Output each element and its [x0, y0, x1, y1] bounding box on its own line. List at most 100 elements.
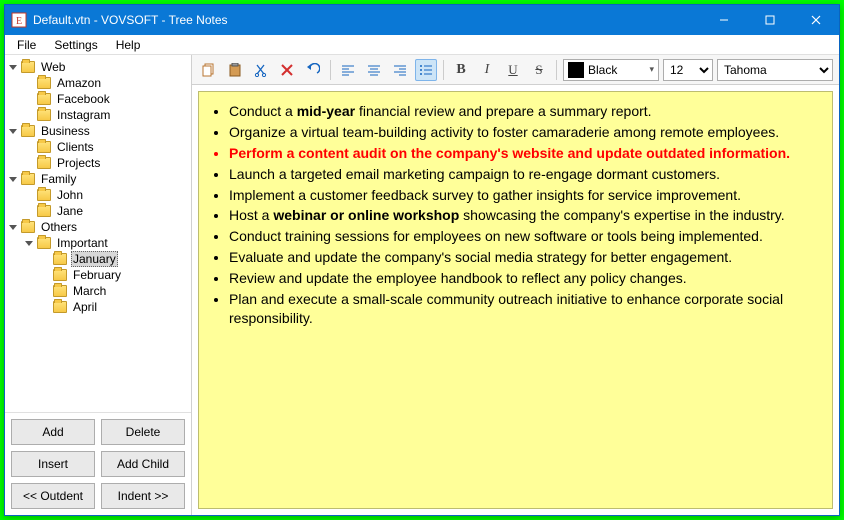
tree-node[interactable]: Projects: [7, 155, 189, 171]
tree-node[interactable]: Family: [7, 171, 189, 187]
maximize-button[interactable]: [747, 5, 793, 35]
italic-button[interactable]: I: [476, 59, 498, 81]
tree-node[interactable]: Business: [7, 123, 189, 139]
folder-icon: [53, 253, 67, 265]
folder-icon: [21, 173, 35, 185]
tree-node[interactable]: Amazon: [7, 75, 189, 91]
folder-icon: [37, 109, 51, 121]
tree-node[interactable]: Jane: [7, 203, 189, 219]
tree-node-label: Jane: [55, 204, 85, 218]
menubar: File Settings Help: [5, 35, 839, 55]
tree-node[interactable]: Facebook: [7, 91, 189, 107]
toolbar-separator: [556, 60, 557, 80]
sidebar: WebAmazon Facebook InstagramBusinessClient…: [5, 55, 192, 515]
tree-node-label: Projects: [55, 156, 102, 170]
folder-icon: [53, 301, 67, 313]
add-child-button[interactable]: Add Child: [101, 451, 185, 477]
font-color-label: Black: [588, 63, 617, 77]
tree-node-label: Facebook: [55, 92, 112, 106]
note-bullet[interactable]: Conduct training sessions for employees …: [229, 227, 818, 246]
tree-spacer: [39, 301, 51, 313]
note-bullet[interactable]: Organize a virtual team-building activit…: [229, 123, 818, 142]
editor-toolbar: B I U S Black▾ 12 Tahoma: [192, 55, 839, 85]
chevron-down-icon[interactable]: [7, 173, 19, 185]
outdent-button[interactable]: << Outdent: [11, 483, 95, 509]
tree-spacer: [23, 157, 35, 169]
align-center-button[interactable]: [363, 59, 385, 81]
indent-button[interactable]: Indent >>: [101, 483, 185, 509]
delete-text-button[interactable]: [276, 59, 298, 81]
app-icon: E: [11, 12, 27, 28]
tree-view[interactable]: WebAmazon Facebook InstagramBusinessClient…: [5, 55, 191, 412]
tree-node[interactable]: April: [7, 299, 189, 315]
tree-node[interactable]: Web: [7, 59, 189, 75]
chevron-down-icon[interactable]: [23, 237, 35, 249]
folder-icon: [37, 93, 51, 105]
note-bullet[interactable]: Evaluate and update the company's social…: [229, 248, 818, 267]
font-family-select[interactable]: Tahoma: [717, 59, 833, 81]
app-window: E Default.vtn - VOVSOFT - Tree Notes Fil…: [4, 4, 840, 516]
toolbar-separator: [330, 60, 331, 80]
tree-node-label: Amazon: [55, 76, 103, 90]
tree-node-label: Instagram: [55, 108, 112, 122]
folder-icon: [21, 61, 35, 73]
color-swatch-icon: [568, 62, 584, 78]
folder-icon: [37, 141, 51, 153]
tree-node[interactable]: Clients: [7, 139, 189, 155]
chevron-down-icon[interactable]: [7, 221, 19, 233]
paste-button[interactable]: [224, 59, 246, 81]
menu-help[interactable]: Help: [108, 36, 149, 54]
chevron-down-icon[interactable]: [7, 125, 19, 137]
tree-spacer: [39, 253, 51, 265]
note-bullet[interactable]: Review and update the employee handbook …: [229, 269, 818, 288]
note-bullet[interactable]: Perform a content audit on the company's…: [229, 144, 818, 163]
font-color-select[interactable]: Black▾: [563, 59, 659, 81]
tree-node[interactable]: February: [7, 267, 189, 283]
note-bullet[interactable]: Host a webinar or online workshop showca…: [229, 206, 818, 225]
folder-icon: [37, 205, 51, 217]
tree-node[interactable]: Others: [7, 219, 189, 235]
underline-button[interactable]: U: [502, 59, 524, 81]
tree-node-label: January: [71, 251, 118, 267]
minimize-button[interactable]: [701, 5, 747, 35]
folder-icon: [37, 189, 51, 201]
cut-button[interactable]: [250, 59, 272, 81]
note-bullet[interactable]: Conduct a mid-year financial review and …: [229, 102, 818, 121]
tree-node[interactable]: March: [7, 283, 189, 299]
folder-icon: [21, 125, 35, 137]
add-button[interactable]: Add: [11, 419, 95, 445]
bold-button[interactable]: B: [450, 59, 472, 81]
main-area: B I U S Black▾ 12 Tahoma Conduct a mid-y…: [192, 55, 839, 515]
align-left-button[interactable]: [337, 59, 359, 81]
note-bullet[interactable]: Implement a customer feedback survey to …: [229, 186, 818, 205]
font-size-select[interactable]: 12: [663, 59, 713, 81]
note-bullet[interactable]: Plan and execute a small-scale community…: [229, 290, 818, 328]
tree-spacer: [23, 93, 35, 105]
tree-spacer: [23, 189, 35, 201]
insert-button[interactable]: Insert: [11, 451, 95, 477]
folder-icon: [37, 237, 51, 249]
tree-node[interactable]: January: [7, 251, 189, 267]
undo-button[interactable]: [302, 59, 324, 81]
tree-node-label: April: [71, 300, 99, 314]
note-editor[interactable]: Conduct a mid-year financial review and …: [198, 91, 833, 509]
folder-icon: [53, 269, 67, 281]
note-bullet[interactable]: Launch a targeted email marketing campai…: [229, 165, 818, 184]
delete-button[interactable]: Delete: [101, 419, 185, 445]
tree-node[interactable]: Important: [7, 235, 189, 251]
menu-file[interactable]: File: [9, 36, 44, 54]
copy-button[interactable]: [198, 59, 220, 81]
chevron-down-icon[interactable]: [7, 61, 19, 73]
sidebar-buttons: Add Delete Insert Add Child << Outdent I…: [5, 412, 191, 515]
tree-node-label: Clients: [55, 140, 96, 154]
strikethrough-button[interactable]: S: [528, 59, 550, 81]
tree-node[interactable]: John: [7, 187, 189, 203]
align-right-button[interactable]: [389, 59, 411, 81]
close-button[interactable]: [793, 5, 839, 35]
svg-text:E: E: [16, 16, 22, 27]
bullet-list-button[interactable]: [415, 59, 437, 81]
tree-spacer: [23, 141, 35, 153]
tree-node[interactable]: Instagram: [7, 107, 189, 123]
menu-settings[interactable]: Settings: [46, 36, 105, 54]
tree-spacer: [23, 77, 35, 89]
